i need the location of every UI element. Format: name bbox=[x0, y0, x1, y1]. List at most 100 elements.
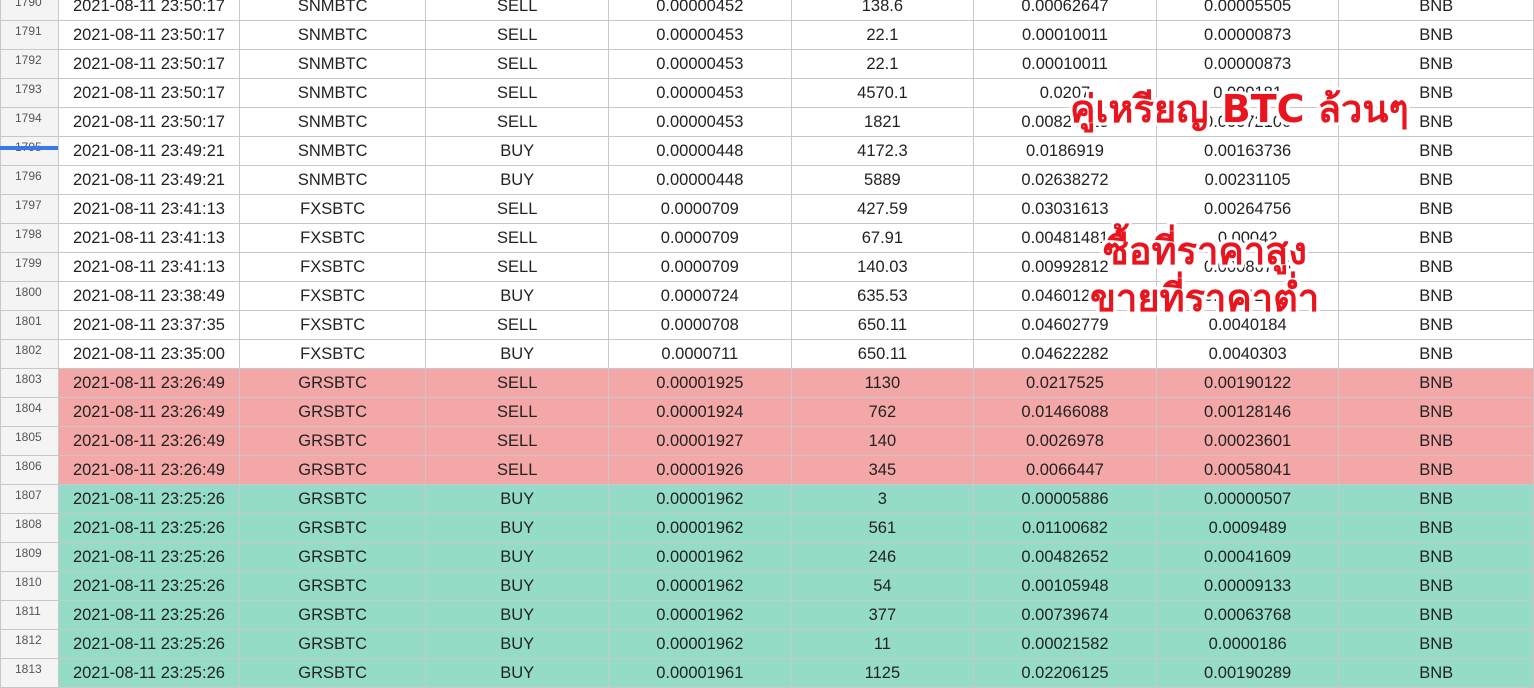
total-cell[interactable]: 0.0026978 bbox=[973, 426, 1157, 456]
amount-cell[interactable]: 377 bbox=[790, 600, 975, 630]
fee-coin-cell[interactable]: BNB bbox=[1338, 165, 1534, 195]
fee-coin-cell[interactable]: BNB bbox=[1338, 252, 1534, 282]
price-cell[interactable]: 0.00001962 bbox=[607, 571, 792, 601]
fee-cell[interactable]: 0.0000186 bbox=[1155, 629, 1340, 659]
amount-cell[interactable]: 427.59 bbox=[790, 194, 975, 224]
date-cell[interactable]: 2021-08-11 23:25:26 bbox=[57, 600, 240, 630]
table-row[interactable]: 1804 2021-08-11 23:26:49 GRSBTC SELL 0.00001… bbox=[0, 397, 1534, 427]
side-cell[interactable]: SELL bbox=[425, 368, 609, 398]
total-cell[interactable]: 0.02638272 bbox=[973, 165, 1157, 195]
amount-cell[interactable]: 4172.3 bbox=[790, 136, 975, 166]
side-cell[interactable]: SELL bbox=[425, 78, 609, 108]
table-row[interactable]: 1808 2021-08-11 23:25:26 GRSBTC BUY 0.000019… bbox=[0, 513, 1534, 543]
amount-cell[interactable]: 4570.1 bbox=[790, 78, 975, 108]
fee-cell[interactable]: 0.00023601 bbox=[1155, 426, 1340, 456]
fee-cell[interactable]: 0.0009489 bbox=[1155, 513, 1340, 543]
pair-cell[interactable]: GRSBTC bbox=[238, 368, 427, 398]
amount-cell[interactable]: 650.11 bbox=[790, 339, 975, 369]
amount-cell[interactable]: 635.53 bbox=[790, 281, 975, 311]
row-number[interactable]: 1810 bbox=[0, 571, 59, 601]
fee-cell[interactable]: 0.00005505 bbox=[1155, 0, 1340, 21]
table-row[interactable]: 1809 2021-08-11 23:25:26 GRSBTC BUY 0.000019… bbox=[0, 542, 1534, 572]
amount-cell[interactable]: 345 bbox=[790, 455, 975, 485]
side-cell[interactable]: BUY bbox=[425, 600, 609, 630]
date-cell[interactable]: 2021-08-11 23:26:49 bbox=[57, 368, 240, 398]
side-cell[interactable]: BUY bbox=[425, 339, 609, 369]
fee-coin-cell[interactable]: BNB bbox=[1338, 600, 1534, 630]
table-row[interactable]: 1807 2021-08-11 23:25:26 GRSBTC BUY 0.000019… bbox=[0, 484, 1534, 514]
pair-cell[interactable]: GRSBTC bbox=[238, 397, 427, 427]
pair-cell[interactable]: GRSBTC bbox=[238, 455, 427, 485]
pair-cell[interactable]: FXSBTC bbox=[238, 310, 427, 340]
row-number[interactable]: 1799 bbox=[0, 252, 59, 282]
table-row[interactable]: 1805 2021-08-11 23:26:49 GRSBTC SELL 0.00001… bbox=[0, 426, 1534, 456]
row-number[interactable]: 1811 bbox=[0, 600, 59, 630]
date-cell[interactable]: 2021-08-11 23:50:17 bbox=[57, 107, 240, 137]
side-cell[interactable]: BUY bbox=[425, 658, 609, 688]
row-number[interactable]: 1800 bbox=[0, 281, 59, 311]
total-cell[interactable]: 0.0186919 bbox=[973, 136, 1157, 166]
pair-cell[interactable]: SNMBTC bbox=[238, 0, 427, 21]
price-cell[interactable]: 0.00001927 bbox=[607, 426, 792, 456]
side-cell[interactable]: SELL bbox=[425, 426, 609, 456]
table-row[interactable]: 17952021-08-11 23:49:21SNMBTCBUY0.000004… bbox=[0, 136, 1534, 166]
price-cell[interactable]: 0.0000708 bbox=[607, 310, 792, 340]
row-number[interactable]: 1792 bbox=[0, 49, 59, 79]
amount-cell[interactable]: 140 bbox=[790, 426, 975, 456]
price-cell[interactable]: 0.00001962 bbox=[607, 629, 792, 659]
table-row[interactable]: 1802 2021-08-11 23:35:00 FXSBTC BUY 0.000071… bbox=[0, 339, 1534, 369]
date-cell[interactable]: 2021-08-11 23:26:49 bbox=[57, 397, 240, 427]
fee-coin-cell[interactable]: BNB bbox=[1338, 339, 1534, 369]
fee-coin-cell[interactable]: BNB bbox=[1338, 20, 1534, 50]
fee-coin-cell[interactable]: BNB bbox=[1338, 194, 1534, 224]
fee-cell[interactable]: 0.00058041 bbox=[1155, 455, 1340, 485]
total-cell[interactable]: 0.00062647 bbox=[973, 0, 1157, 21]
row-number[interactable]: 1790 bbox=[0, 0, 59, 21]
row-number[interactable]: 1809 bbox=[0, 542, 59, 572]
row-number[interactable]: 1797 bbox=[0, 194, 59, 224]
pair-cell[interactable]: GRSBTC bbox=[238, 484, 427, 514]
side-cell[interactable]: BUY bbox=[425, 484, 609, 514]
amount-cell[interactable]: 3 bbox=[790, 484, 975, 514]
fee-coin-cell[interactable]: BNB bbox=[1338, 49, 1534, 79]
price-cell[interactable]: 0.00000448 bbox=[607, 136, 792, 166]
fee-cell[interactable]: 0.00000873 bbox=[1155, 20, 1340, 50]
price-cell[interactable]: 0.0000709 bbox=[607, 223, 792, 253]
pair-cell[interactable]: FXSBTC bbox=[238, 339, 427, 369]
row-number[interactable]: 1801 bbox=[0, 310, 59, 340]
fee-cell[interactable]: 0.00190289 bbox=[1155, 658, 1340, 688]
amount-cell[interactable]: 140.03 bbox=[790, 252, 975, 282]
total-cell[interactable]: 0.01100682 bbox=[973, 513, 1157, 543]
fee-cell[interactable]: 0.00163736 bbox=[1155, 136, 1340, 166]
price-cell[interactable]: 0.00000448 bbox=[607, 165, 792, 195]
amount-cell[interactable]: 11 bbox=[790, 629, 975, 659]
price-cell[interactable]: 0.0000711 bbox=[607, 339, 792, 369]
side-cell[interactable]: BUY bbox=[425, 281, 609, 311]
side-cell[interactable]: SELL bbox=[425, 223, 609, 253]
fee-coin-cell[interactable]: BNB bbox=[1338, 281, 1534, 311]
date-cell[interactable]: 2021-08-11 23:25:26 bbox=[57, 658, 240, 688]
price-cell[interactable]: 0.00000452 bbox=[607, 0, 792, 21]
amount-cell[interactable]: 246 bbox=[790, 542, 975, 572]
total-cell[interactable]: 0.0066447 bbox=[973, 455, 1157, 485]
date-cell[interactable]: 2021-08-11 23:25:26 bbox=[57, 513, 240, 543]
date-cell[interactable]: 2021-08-11 23:49:21 bbox=[57, 136, 240, 166]
side-cell[interactable]: SELL bbox=[425, 0, 609, 21]
row-number[interactable]: 1795 bbox=[0, 136, 59, 166]
price-cell[interactable]: 0.00000453 bbox=[607, 78, 792, 108]
side-cell[interactable]: BUY bbox=[425, 542, 609, 572]
table-row[interactable]: 1806 2021-08-11 23:26:49 GRSBTC SELL 0.00001… bbox=[0, 455, 1534, 485]
fee-coin-cell[interactable]: BNB bbox=[1338, 0, 1534, 21]
fee-coin-cell[interactable]: BNB bbox=[1338, 513, 1534, 543]
date-cell[interactable]: 2021-08-11 23:25:26 bbox=[57, 629, 240, 659]
row-number[interactable]: 1812 bbox=[0, 629, 59, 659]
date-cell[interactable]: 2021-08-11 23:35:00 bbox=[57, 339, 240, 369]
amount-cell[interactable]: 138.6 bbox=[790, 0, 975, 21]
side-cell[interactable]: SELL bbox=[425, 397, 609, 427]
pair-cell[interactable]: SNMBTC bbox=[238, 78, 427, 108]
amount-cell[interactable]: 22.1 bbox=[790, 49, 975, 79]
fee-coin-cell[interactable]: BNB bbox=[1338, 484, 1534, 514]
fee-coin-cell[interactable]: BNB bbox=[1338, 455, 1534, 485]
total-cell[interactable]: 0.04622282 bbox=[973, 339, 1157, 369]
amount-cell[interactable]: 22.1 bbox=[790, 20, 975, 50]
